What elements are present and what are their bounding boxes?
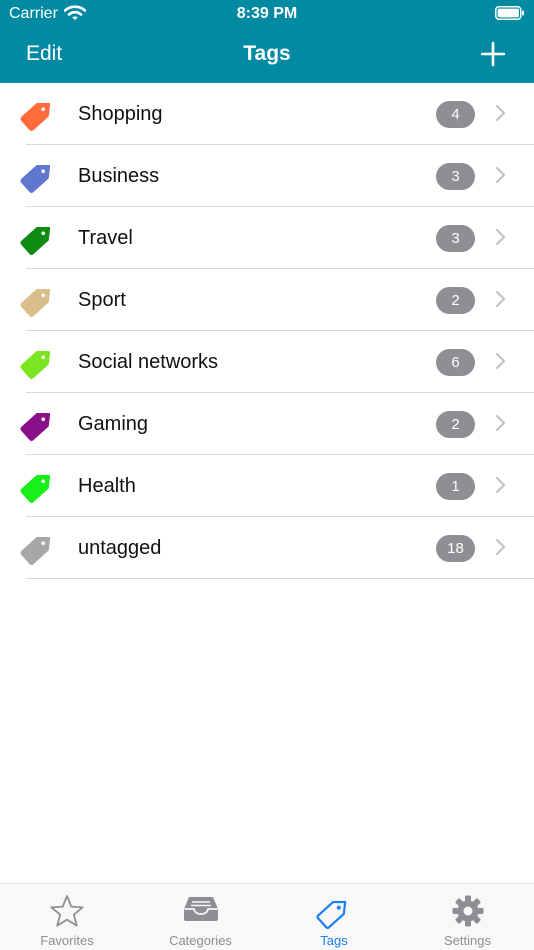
tag-count-badge: 3 — [436, 163, 475, 190]
tag-icon — [316, 900, 347, 930]
tag-row[interactable]: Shopping 4 — [0, 83, 534, 145]
battery-icon — [495, 6, 524, 20]
tag-name: Social networks — [78, 351, 219, 373]
page-title: Tags — [243, 42, 291, 65]
tag-row[interactable]: Social networks 6 — [0, 331, 534, 393]
chevron-right-icon — [495, 104, 506, 122]
tray-icon — [183, 897, 218, 921]
tag-name: Sport — [78, 289, 126, 311]
add-tag-button[interactable] — [481, 41, 505, 67]
tag-color-icon — [20, 350, 51, 379]
tab-settings[interactable]: Settings — [401, 884, 534, 950]
tab-tags[interactable]: Tags — [267, 884, 401, 950]
tag-count-badge: 2 — [436, 411, 475, 438]
tag-name: Shopping — [78, 103, 163, 125]
tag-color-icon — [20, 536, 51, 565]
tag-name: Health — [78, 475, 136, 497]
tag-row[interactable]: Gaming 2 — [0, 393, 534, 455]
tag-name: Travel — [78, 227, 133, 249]
navigation-bar: Carrier 8:39 PM Edit Tags — [0, 0, 534, 83]
tab-label: Favorites — [40, 933, 94, 948]
tag-row[interactable]: Sport 2 — [0, 269, 534, 331]
chevron-right-icon — [495, 290, 506, 308]
tag-row[interactable]: Business 3 — [0, 145, 534, 207]
tag-count-badge: 6 — [436, 349, 475, 376]
tab-label: Settings — [444, 933, 491, 948]
tag-color-icon — [20, 226, 51, 255]
gear-icon — [452, 895, 483, 927]
tag-color-icon — [20, 288, 51, 317]
tag-list: Shopping 4 Business 3 Travel 3 Sport 2 Social ne… — [0, 83, 534, 579]
row-divider — [26, 578, 534, 579]
tag-name: Business — [78, 165, 160, 187]
star-icon — [50, 895, 84, 927]
status-time: 8:39 PM — [236, 5, 298, 22]
chevron-right-icon — [495, 352, 506, 370]
tag-count-badge: 4 — [436, 101, 475, 128]
tag-count-badge: 18 — [436, 535, 475, 562]
tag-count-badge: 3 — [436, 225, 475, 252]
chevron-right-icon — [495, 476, 506, 494]
tag-color-icon — [20, 474, 51, 503]
tab-label: Tags — [320, 933, 348, 948]
tag-name: untagged — [78, 537, 162, 559]
tag-color-icon — [20, 164, 51, 193]
tag-count-badge: 1 — [436, 473, 475, 500]
chevron-right-icon — [495, 538, 506, 556]
tab-label: Categories — [169, 933, 232, 948]
tag-name: Gaming — [78, 413, 149, 435]
tag-color-icon — [20, 412, 51, 441]
tab-favorites[interactable]: Favorites — [0, 884, 134, 950]
tab-bar: Favorites Categories Tags Settings — [0, 883, 534, 950]
tag-row[interactable]: Travel 3 — [0, 207, 534, 269]
tag-row[interactable]: Health 1 — [0, 455, 534, 517]
chevron-right-icon — [495, 414, 506, 432]
tag-count-badge: 2 — [436, 287, 475, 314]
chevron-right-icon — [495, 166, 506, 184]
tag-row[interactable]: untagged 18 — [0, 517, 534, 579]
chevron-right-icon — [495, 228, 506, 246]
tag-color-icon — [20, 102, 51, 131]
tab-categories[interactable]: Categories — [134, 884, 268, 950]
